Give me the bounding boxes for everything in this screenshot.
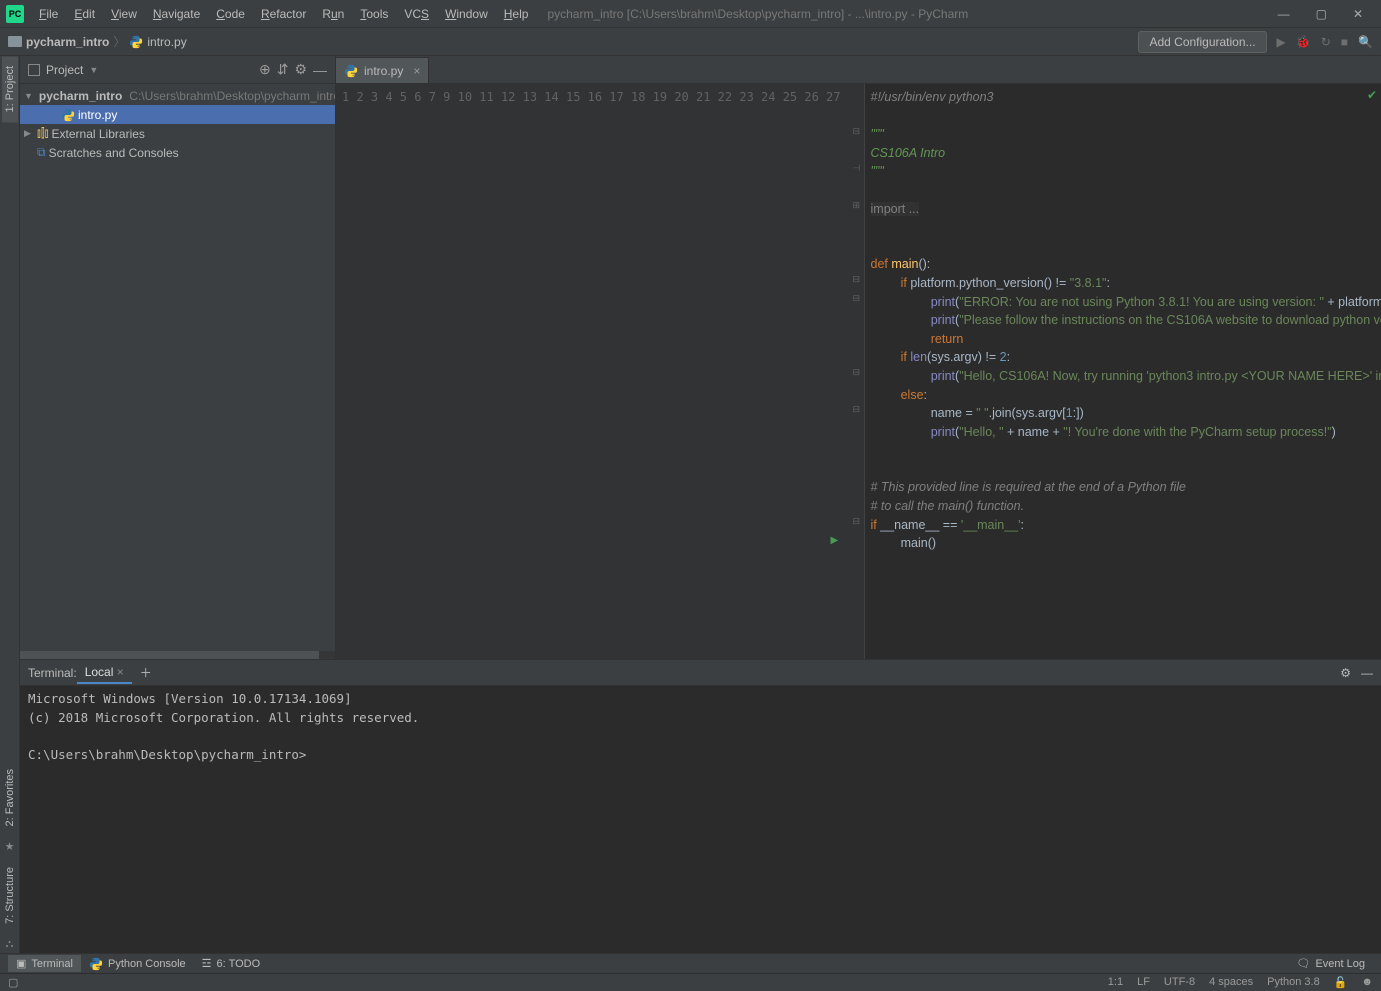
- python-file-icon: [344, 64, 358, 78]
- bottom-tool-strip: ▣Terminal Python Console ☲6: TODO 🗨Event…: [0, 953, 1381, 973]
- hide-icon[interactable]: —: [313, 62, 327, 78]
- project-view-icon: [28, 64, 40, 76]
- tool-todo[interactable]: ☲6: TODO: [194, 955, 268, 972]
- menubar: File Edit View Navigate Code Refactor Ru…: [32, 4, 535, 24]
- close-tab-icon[interactable]: ×: [413, 64, 420, 78]
- editor-tab-intro[interactable]: intro.py ×: [336, 57, 429, 83]
- library-icon: ⫾⫿⫾: [37, 126, 49, 141]
- terminal-gear-icon[interactable]: ⚙: [1340, 666, 1351, 680]
- tree-root-path: C:\Users\brahm\Desktop\pycharm_intro: [129, 89, 335, 103]
- add-configuration-button[interactable]: Add Configuration...: [1138, 31, 1266, 53]
- status-hector-icon[interactable]: ☻: [1361, 976, 1373, 989]
- pycharm-logo: PC: [6, 5, 24, 23]
- scratch-icon: ⧉: [37, 145, 46, 160]
- locate-icon[interactable]: ⊕: [259, 61, 271, 78]
- breadcrumb[interactable]: pycharm_intro 〉 intro.py: [8, 33, 187, 50]
- menu-tools[interactable]: Tools: [353, 4, 395, 24]
- search-icon[interactable]: 🔍: [1358, 35, 1373, 49]
- status-readonly-icon[interactable]: 🔓: [1334, 976, 1348, 989]
- structure-icon: ⛬: [6, 934, 14, 955]
- left-tool-strip: 1: Project 2: Favorites ★ 7: Structure ⛬: [0, 56, 20, 955]
- stop-icon[interactable]: ■: [1341, 35, 1348, 49]
- terminal-icon: ▣: [16, 957, 26, 970]
- expand-icon[interactable]: ⇵: [277, 61, 289, 78]
- fold-gutter[interactable]: ⊟ ⊣ ⊞ ⊟ ⊟ ⊟ ⊟ ⊟ ▶: [851, 84, 865, 659]
- menu-edit[interactable]: Edit: [67, 4, 102, 24]
- run-icon[interactable]: ▶: [1277, 35, 1286, 49]
- minimize-icon[interactable]: —: [1274, 5, 1294, 23]
- tab-project[interactable]: 1: Project: [2, 56, 18, 122]
- close-icon[interactable]: ✕: [1349, 5, 1367, 23]
- window-title: pycharm_intro [C:\Users\brahm\Desktop\py…: [547, 7, 968, 21]
- dropdown-icon[interactable]: ▼: [89, 65, 98, 75]
- project-scrollbar[interactable]: [20, 651, 335, 659]
- gear-icon[interactable]: ⚙: [294, 61, 307, 78]
- status-line-ending[interactable]: LF: [1137, 976, 1150, 989]
- breadcrumb-project[interactable]: pycharm_intro: [26, 35, 109, 49]
- menu-help[interactable]: Help: [497, 4, 536, 24]
- tree-extlib-label: External Libraries: [52, 127, 145, 141]
- coverage-icon[interactable]: ↻: [1321, 35, 1331, 49]
- status-interpreter[interactable]: Python 3.8: [1267, 976, 1320, 989]
- tool-event-log[interactable]: 🗨Event Log: [1288, 955, 1373, 972]
- editor-tab-label: intro.py: [364, 64, 403, 78]
- debug-icon[interactable]: 🐞: [1296, 35, 1311, 49]
- new-terminal-button[interactable]: ＋: [132, 661, 160, 684]
- terminal-body[interactable]: Microsoft Windows [Version 10.0.17134.10…: [20, 686, 1381, 955]
- tree-file-intro[interactable]: intro.py: [20, 105, 335, 124]
- project-tree[interactable]: ▼ pycharm_intro C:\Users\brahm\Desktop\p…: [20, 84, 335, 651]
- eventlog-icon: 🗨: [1296, 957, 1310, 970]
- status-caret-pos[interactable]: 1:1: [1108, 976, 1123, 989]
- star-icon: ★: [5, 836, 15, 857]
- tree-external-libraries[interactable]: ▶ ⫾⫿⫾ External Libraries: [20, 124, 335, 143]
- navbar: pycharm_intro 〉 intro.py Add Configurati…: [0, 28, 1381, 56]
- editor: intro.py × 1 2 3 4 5 6 7 9 10 11 12 13 1…: [336, 56, 1381, 659]
- menu-window[interactable]: Window: [438, 4, 495, 24]
- menu-refactor[interactable]: Refactor: [254, 4, 313, 24]
- project-tool-window: Project ▼ ⊕ ⇵ ⚙ — ▼ pycharm_intro C:\Use…: [20, 56, 336, 659]
- tree-scratches[interactable]: ⧉ Scratches and Consoles: [20, 143, 335, 162]
- tab-structure[interactable]: 7: Structure: [2, 857, 18, 934]
- terminal-tab-local[interactable]: Local ×: [77, 662, 132, 684]
- maximize-icon[interactable]: ▢: [1312, 5, 1331, 23]
- menu-view[interactable]: View: [104, 4, 144, 24]
- inspection-ok-icon[interactable]: ✔: [1367, 88, 1377, 102]
- statusbar: ▢ 1:1 LF UTF-8 4 spaces Python 3.8 🔓 ☻: [0, 973, 1381, 991]
- line-number-gutter[interactable]: 1 2 3 4 5 6 7 9 10 11 12 13 14 15 16 17 …: [336, 84, 851, 659]
- menu-file[interactable]: File: [32, 4, 65, 24]
- terminal-hide-icon[interactable]: —: [1361, 666, 1373, 680]
- menu-navigate[interactable]: Navigate: [146, 4, 207, 24]
- menu-run[interactable]: Run: [315, 4, 351, 24]
- editor-tabstrip: intro.py ×: [336, 56, 1381, 84]
- status-indent[interactable]: 4 spaces: [1209, 976, 1253, 989]
- tree-root-name: pycharm_intro: [39, 89, 122, 103]
- python-file-icon: [61, 108, 75, 122]
- menu-code[interactable]: Code: [209, 4, 252, 24]
- terminal-panel: Terminal: Local × ＋ ⚙ — Microsoft Window…: [20, 659, 1381, 955]
- tree-file-label: intro.py: [78, 108, 117, 122]
- tab-favorites[interactable]: 2: Favorites: [2, 759, 18, 836]
- tool-python-console[interactable]: Python Console: [81, 955, 194, 973]
- status-encoding[interactable]: UTF-8: [1164, 976, 1195, 989]
- python-file-icon: [129, 35, 143, 49]
- python-icon: [89, 957, 103, 971]
- todo-icon: ☲: [202, 957, 212, 970]
- tree-scratches-label: Scratches and Consoles: [49, 146, 179, 160]
- breadcrumb-file[interactable]: intro.py: [147, 35, 186, 49]
- folder-icon: [8, 36, 22, 47]
- code-area[interactable]: #!/usr/bin/env python3 """ CS106A Intro …: [865, 84, 1381, 659]
- project-pane-title[interactable]: Project: [46, 63, 83, 77]
- close-terminal-tab-icon[interactable]: ×: [117, 665, 124, 679]
- status-window-icon[interactable]: ▢: [8, 976, 18, 989]
- run-gutter-icon[interactable]: ▶: [831, 535, 839, 546]
- tool-terminal[interactable]: ▣Terminal: [8, 955, 81, 972]
- tree-root[interactable]: ▼ pycharm_intro C:\Users\brahm\Desktop\p…: [20, 86, 335, 105]
- terminal-label: Terminal:: [28, 666, 77, 680]
- menu-vcs[interactable]: VCS: [397, 4, 436, 24]
- titlebar: PC File Edit View Navigate Code Refactor…: [0, 0, 1381, 28]
